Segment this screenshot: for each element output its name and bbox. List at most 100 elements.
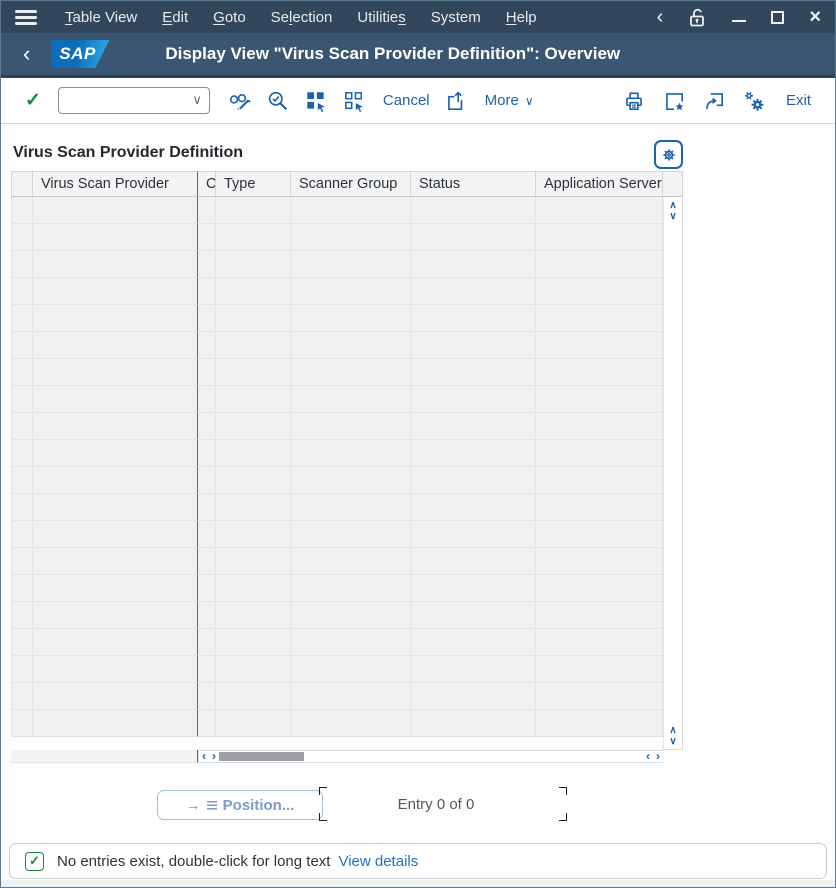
row-select-cell[interactable] bbox=[11, 359, 33, 386]
table-row[interactable] bbox=[11, 251, 663, 278]
row-select-cell[interactable] bbox=[11, 251, 33, 278]
table-settings-button[interactable] bbox=[654, 140, 683, 169]
collapse-panel-icon[interactable]: ‹ bbox=[657, 7, 664, 27]
table-row[interactable] bbox=[11, 386, 663, 413]
table-row[interactable] bbox=[11, 575, 663, 602]
table-cell bbox=[198, 467, 216, 494]
row-select-cell[interactable] bbox=[11, 332, 33, 359]
row-select-cell[interactable] bbox=[11, 224, 33, 251]
table-cell bbox=[216, 413, 291, 440]
row-select-cell[interactable] bbox=[11, 683, 33, 710]
sap-logo[interactable]: SAP bbox=[51, 40, 109, 68]
scroll-left-icon[interactable]: ‹ bbox=[643, 751, 653, 762]
horizontal-scrollbar[interactable]: ‹ › ‹ › bbox=[198, 750, 663, 763]
scroll-down-icon[interactable]: ∨ bbox=[669, 211, 676, 222]
status-bar[interactable]: ✓ No entries exist, double-click for lon… bbox=[9, 843, 827, 879]
new-session-icon[interactable] bbox=[702, 89, 726, 113]
menu-item-system[interactable]: System bbox=[431, 9, 481, 26]
row-select-cell[interactable] bbox=[11, 602, 33, 629]
print-icon[interactable] bbox=[622, 89, 646, 113]
scroll-right-icon[interactable]: › bbox=[209, 751, 219, 762]
table-row[interactable] bbox=[11, 413, 663, 440]
table-row[interactable] bbox=[11, 548, 663, 575]
row-select-cell[interactable] bbox=[11, 629, 33, 656]
select-all-header-cell[interactable] bbox=[11, 171, 33, 197]
table-row[interactable] bbox=[11, 656, 663, 683]
table-cell bbox=[291, 305, 411, 332]
unlock-icon[interactable] bbox=[688, 7, 707, 28]
column-header-application-server[interactable]: Application Server bbox=[536, 171, 663, 197]
scroll-up-icon[interactable]: ∧ bbox=[669, 200, 676, 211]
select-all-icon[interactable] bbox=[304, 89, 328, 113]
row-select-cell[interactable] bbox=[11, 305, 33, 332]
scroll-down-icon[interactable]: ∨ bbox=[669, 736, 676, 747]
share-export-icon[interactable] bbox=[444, 89, 468, 113]
close-icon[interactable]: × bbox=[809, 7, 821, 27]
table-row[interactable] bbox=[11, 305, 663, 332]
options-gears-icon[interactable] bbox=[742, 89, 766, 113]
scroll-right-icon[interactable]: › bbox=[653, 751, 663, 762]
row-select-cell[interactable] bbox=[11, 656, 33, 683]
column-header-scanner-group[interactable]: Scanner Group bbox=[291, 171, 411, 197]
table-cell bbox=[216, 359, 291, 386]
create-shortcut-icon[interactable] bbox=[662, 89, 686, 113]
enter-check-icon[interactable]: ✓ bbox=[25, 89, 41, 112]
row-select-cell[interactable] bbox=[11, 548, 33, 575]
display-change-icon[interactable] bbox=[228, 89, 252, 113]
row-select-cell[interactable] bbox=[11, 386, 33, 413]
table-row[interactable] bbox=[11, 224, 663, 251]
table-cell bbox=[411, 575, 536, 602]
row-select-cell[interactable] bbox=[11, 440, 33, 467]
column-header-virus-scan-provider[interactable]: Virus Scan Provider bbox=[33, 171, 198, 197]
view-details-link[interactable]: View details bbox=[338, 853, 418, 870]
deselect-all-icon[interactable] bbox=[342, 89, 366, 113]
command-field-input[interactable] bbox=[58, 87, 210, 114]
exit-button[interactable]: Exit bbox=[786, 92, 811, 109]
row-select-cell[interactable] bbox=[11, 494, 33, 521]
row-select-cell[interactable] bbox=[11, 197, 33, 224]
status-message[interactable]: No entries exist, double-click for long … bbox=[57, 853, 330, 870]
row-select-cell[interactable] bbox=[11, 278, 33, 305]
menu-item-table-view[interactable]: Table View bbox=[65, 9, 137, 26]
menu-item-utilities[interactable]: Utilities bbox=[357, 9, 405, 26]
table-row[interactable] bbox=[11, 440, 663, 467]
scroll-up-icon[interactable]: ∧ bbox=[669, 725, 676, 736]
table-row[interactable] bbox=[11, 467, 663, 494]
horizontal-scroll-thumb[interactable] bbox=[219, 752, 304, 761]
table-cell bbox=[198, 602, 216, 629]
sap-gui-window: Table View Edit Goto Selection Utilities Syst… bbox=[0, 0, 836, 888]
menu-item-goto[interactable]: Goto bbox=[213, 9, 246, 26]
maximize-icon[interactable] bbox=[771, 11, 784, 24]
minimize-icon[interactable] bbox=[732, 12, 746, 22]
row-select-cell[interactable] bbox=[11, 710, 33, 737]
menu-item-help[interactable]: Help bbox=[506, 9, 537, 26]
column-header-c[interactable]: C.. bbox=[198, 171, 216, 197]
table-cell bbox=[33, 440, 198, 467]
table-row[interactable] bbox=[11, 602, 663, 629]
row-select-cell[interactable] bbox=[11, 575, 33, 602]
table-row[interactable] bbox=[11, 332, 663, 359]
column-header-type[interactable]: Type bbox=[216, 171, 291, 197]
scroll-left-icon[interactable]: ‹ bbox=[199, 751, 209, 762]
row-select-cell[interactable] bbox=[11, 413, 33, 440]
position-button[interactable]: → Position... bbox=[157, 790, 323, 820]
back-icon[interactable]: ‹ bbox=[23, 43, 30, 65]
table-row[interactable] bbox=[11, 278, 663, 305]
more-menu-button[interactable]: More ∨ bbox=[485, 92, 534, 109]
find-check-icon[interactable] bbox=[266, 89, 290, 113]
row-select-cell[interactable] bbox=[11, 467, 33, 494]
table-row[interactable] bbox=[11, 359, 663, 386]
table-row[interactable] bbox=[11, 197, 663, 224]
table-row[interactable] bbox=[11, 494, 663, 521]
row-select-cell[interactable] bbox=[11, 521, 33, 548]
hamburger-menu-icon[interactable] bbox=[15, 10, 37, 25]
cancel-button[interactable]: Cancel bbox=[383, 92, 430, 109]
column-header-status[interactable]: Status bbox=[411, 171, 536, 197]
menu-item-selection[interactable]: Selection bbox=[271, 9, 333, 26]
vertical-scrollbar[interactable]: ∧ ∨ ∧ ∨ bbox=[663, 197, 683, 750]
table-row[interactable] bbox=[11, 683, 663, 710]
table-row[interactable] bbox=[11, 710, 663, 737]
menu-item-edit[interactable]: Edit bbox=[162, 9, 188, 26]
table-row[interactable] bbox=[11, 629, 663, 656]
table-row[interactable] bbox=[11, 521, 663, 548]
